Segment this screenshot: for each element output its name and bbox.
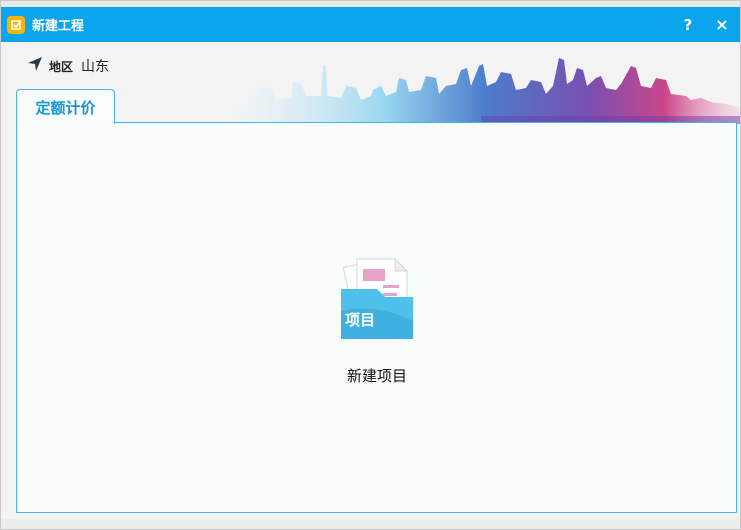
title-bar[interactable]: 新建工程 ? × bbox=[1, 7, 740, 42]
region-value: 山东 bbox=[81, 59, 110, 75]
region-label: 地区 bbox=[49, 59, 74, 74]
location-arrow-icon bbox=[27, 56, 43, 76]
window-bottom-edge bbox=[1, 519, 740, 529]
help-button[interactable]: ? bbox=[674, 11, 702, 39]
close-button[interactable]: × bbox=[708, 11, 736, 39]
new-project-window: 新建工程 ? × 地区 山东 定额计价 项目 新建项目 bbox=[0, 0, 741, 530]
tab-content-panel: 项目 新建项目 bbox=[16, 122, 737, 513]
app-logo-icon bbox=[7, 15, 25, 34]
city-skyline-banner bbox=[231, 58, 740, 124]
new-project-item[interactable]: 项目 新建项目 bbox=[337, 251, 417, 386]
new-project-caption[interactable]: 新建项目 bbox=[347, 365, 407, 386]
folder-icon-label: 项目 bbox=[345, 311, 376, 329]
folder-document-icon[interactable] bbox=[337, 251, 417, 345]
window-title: 新建工程 bbox=[32, 19, 85, 34]
tab-quota-pricing[interactable]: 定额计价 bbox=[16, 89, 115, 124]
region-indicator: 地区 山东 bbox=[27, 56, 109, 76]
